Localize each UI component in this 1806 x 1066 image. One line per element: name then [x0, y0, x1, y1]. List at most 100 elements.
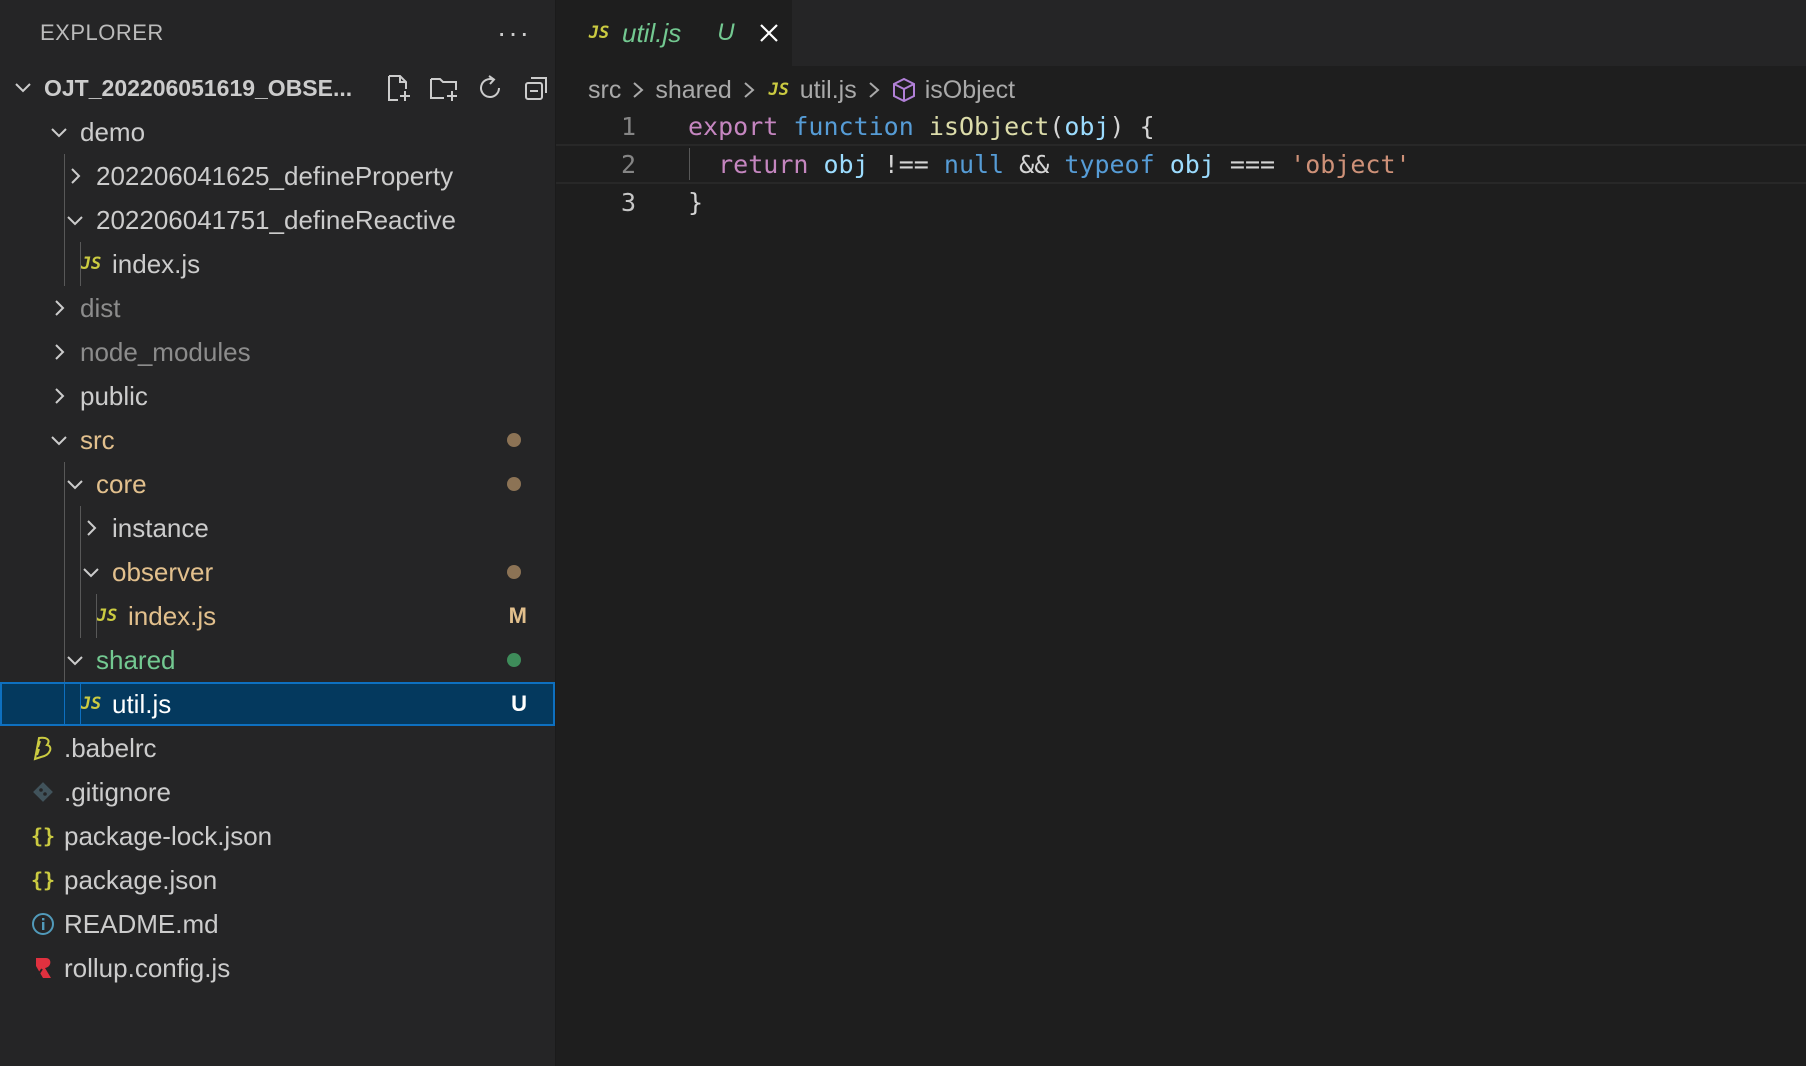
tab-status-badge: U	[717, 19, 735, 46]
explorer-title: EXPLORER	[40, 20, 164, 45]
tab-util-js[interactable]: JS util.js U	[556, 0, 792, 66]
chevron-down-icon	[62, 207, 88, 233]
tree-item-label: node_modules	[80, 336, 251, 367]
tree-item-label: dist	[80, 292, 121, 323]
folder-item[interactable]: 202206041625_defineProperty	[0, 154, 555, 198]
tree-item-label: 202206041625_defineProperty	[96, 160, 454, 191]
chevron-right-icon	[867, 80, 881, 100]
json-braces-icon: {}	[30, 868, 56, 892]
chevron-right-icon	[78, 515, 104, 541]
indent-guide	[80, 550, 81, 594]
code-line-1: 1 export function isObject(obj) {	[556, 108, 1806, 144]
file-item[interactable]: README.md	[0, 902, 555, 946]
js-file-icon: JS	[80, 254, 102, 274]
tree-item-label: .babelrc	[64, 732, 157, 763]
indent-guide	[80, 594, 81, 638]
chevron-right-icon	[46, 295, 72, 321]
cube-symbol-icon	[891, 77, 917, 103]
folder-item[interactable]: demo	[0, 110, 555, 154]
file-item[interactable]: rollup.config.js	[0, 946, 555, 990]
chevron-right-icon	[631, 80, 645, 100]
tree-item-label: core	[96, 468, 147, 499]
indent-guide	[80, 682, 81, 726]
indent-guide	[64, 154, 65, 198]
file-item[interactable]: JS index.js	[0, 242, 555, 286]
indent-guide	[64, 506, 65, 550]
js-file-icon: JS	[588, 23, 610, 43]
babel-icon	[30, 735, 56, 761]
code-editor[interactable]: 1 export function isObject(obj) { 2 retu…	[556, 108, 1806, 1066]
indent-guide	[64, 242, 65, 286]
modified-dot-icon	[507, 477, 521, 491]
collapse-all-icon[interactable]	[519, 71, 553, 105]
new-folder-icon[interactable]	[427, 71, 461, 105]
line-number: 3	[620, 187, 636, 217]
modified-dot-icon	[507, 433, 521, 447]
indent-guide	[64, 198, 65, 242]
git-diamond-icon	[30, 779, 56, 805]
chevron-right-icon	[46, 339, 72, 365]
folder-item[interactable]: 202206041751_defineReactive	[0, 198, 555, 242]
tree-item-label: util.js	[112, 688, 172, 719]
modified-dot-icon	[507, 565, 521, 579]
breadcrumb-util-js[interactable]: util.js	[800, 76, 857, 105]
folder-item[interactable]: observer	[0, 550, 555, 594]
breadcrumb-isobject[interactable]: isObject	[925, 76, 1015, 105]
breadcrumb-src[interactable]: src	[588, 76, 621, 105]
chevron-right-icon	[742, 80, 756, 100]
folder-item[interactable]: node_modules	[0, 330, 555, 374]
indent-guide	[80, 242, 81, 286]
code-text: }	[688, 187, 704, 217]
info-icon	[30, 911, 56, 937]
indent-guide	[80, 506, 81, 550]
breadcrumb-shared[interactable]: shared	[655, 76, 731, 105]
tree-item-label: rollup.config.js	[64, 952, 231, 983]
tree-item-label: .gitignore	[64, 776, 171, 807]
git-status-badge: M	[508, 603, 527, 628]
chevron-right-icon	[62, 163, 88, 189]
chevron-down-icon	[62, 471, 88, 497]
chevron-down-icon	[62, 647, 88, 673]
chevron-down-icon	[46, 119, 72, 145]
folder-item[interactable]: public	[0, 374, 555, 418]
breadcrumb: src shared JS util.js isObject	[588, 70, 1015, 110]
folder-item[interactable]: dist	[0, 286, 555, 330]
indent-guide	[64, 594, 65, 638]
file-item[interactable]: JS index.js M	[0, 594, 555, 638]
tree-item-label: package.json	[64, 864, 218, 895]
folder-item[interactable]: instance	[0, 506, 555, 550]
explorer-header: EXPLORER ···	[0, 0, 555, 66]
refresh-icon[interactable]	[473, 71, 507, 105]
tree-item-label: index.js	[112, 248, 201, 279]
modified-dot-icon	[507, 653, 521, 667]
indent-guide	[64, 682, 65, 726]
file-tree: demo 202206041625_defineProperty 202206041…	[0, 110, 555, 990]
file-item[interactable]: {} package-lock.json	[0, 814, 555, 858]
code-text: return obj !== null && typeof obj === 'o…	[718, 149, 1411, 179]
rollup-icon	[30, 955, 56, 981]
tree-item-label: 202206041751_defineReactive	[96, 204, 456, 235]
folder-item[interactable]: core	[0, 462, 555, 506]
json-braces-icon: {}	[30, 824, 56, 848]
tree-item-label: package-lock.json	[64, 820, 273, 851]
file-item[interactable]: .babelrc	[0, 726, 555, 770]
indent-guide	[64, 462, 65, 506]
folder-item[interactable]: shared	[0, 638, 555, 682]
indent-guide	[64, 638, 65, 682]
file-item[interactable]: {} package.json	[0, 858, 555, 902]
file-item[interactable]: .gitignore	[0, 770, 555, 814]
more-actions-icon[interactable]: ···	[497, 17, 531, 49]
tree-item-label: instance	[112, 512, 209, 543]
close-icon[interactable]	[757, 21, 781, 45]
chevron-down-icon	[46, 427, 72, 453]
explorer-sidebar: EXPLORER ··· OJT_202206051619_OBSE... de…	[0, 0, 556, 1066]
folder-item[interactable]: src	[0, 418, 555, 462]
git-status-badge: U	[511, 691, 527, 716]
tree-item-label: index.js	[128, 600, 217, 631]
file-item[interactable]: JS util.js U	[0, 682, 555, 726]
tree-item-label: shared	[96, 644, 176, 675]
workspace-root[interactable]: OJT_202206051619_OBSE...	[0, 66, 555, 110]
chevron-right-icon	[46, 383, 72, 409]
js-file-icon: JS	[96, 606, 118, 626]
new-file-icon[interactable]	[381, 71, 415, 105]
